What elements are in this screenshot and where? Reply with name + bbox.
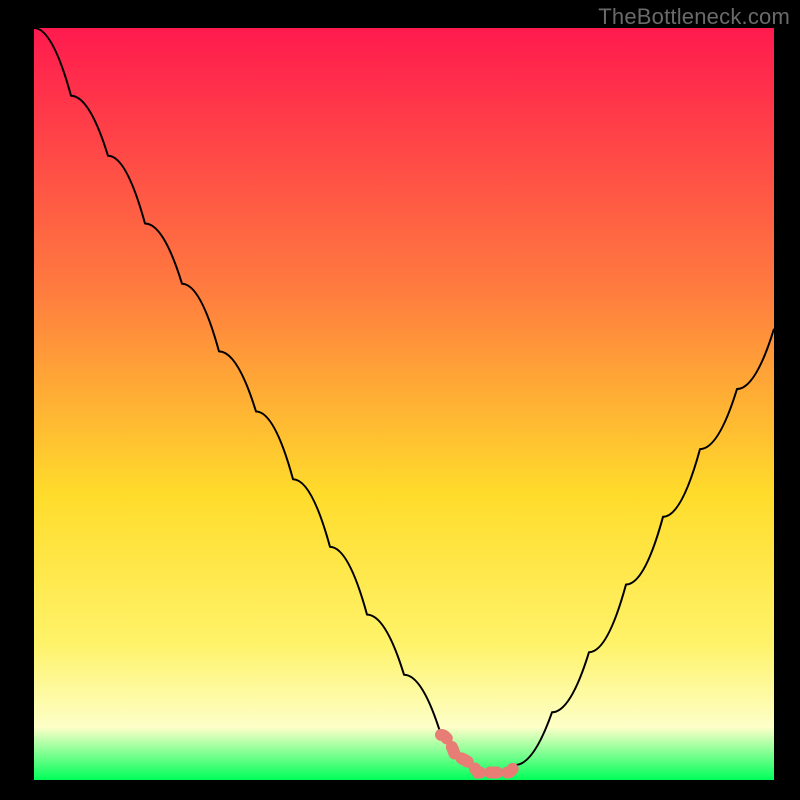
chart-container: TheBottleneck.com (0, 0, 800, 800)
watermark-text: TheBottleneck.com (598, 4, 790, 30)
bottleneck-chart (0, 0, 800, 800)
plot-background (34, 28, 774, 780)
